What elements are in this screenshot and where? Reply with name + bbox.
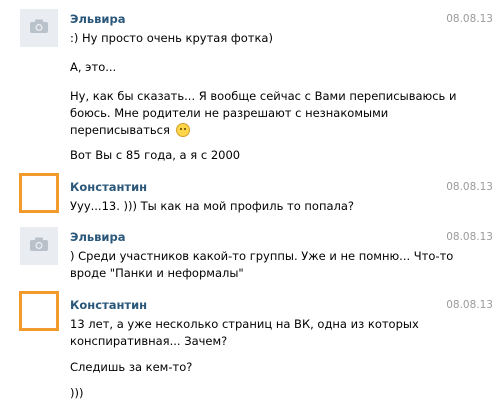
author-name[interactable]: Эльвира	[70, 12, 125, 26]
avatar[interactable]	[19, 173, 59, 213]
message-line: :) Ну просто очень крутая фотка)	[70, 31, 273, 45]
avatar[interactable]	[20, 9, 58, 47]
message-line: боюсь. Мне родители не разрешают с незна…	[70, 106, 389, 120]
crying-emoji-icon	[175, 123, 190, 137]
avatar[interactable]	[19, 291, 59, 331]
message-line: Следишь за кем-то?	[70, 360, 193, 374]
camera-icon	[30, 19, 48, 33]
camera-icon	[30, 237, 48, 251]
message-line-with-emoji: переписываться	[70, 121, 420, 139]
message-line: ) Среди участников какой-то группы. Уже …	[70, 249, 454, 263]
message-line: вроде "Панки и неформалы"	[70, 266, 244, 280]
message-line: Вот Вы с 85 года, а я с 2000	[70, 148, 241, 162]
message-thread: Эльвира 08.08.13 :) Ну просто очень крут…	[0, 0, 503, 406]
message-line: 13 лет, а уже несколько страниц на ВК, о…	[70, 317, 419, 331]
message-line: Ну, как бы сказать... Я вообще сейчас с …	[70, 89, 457, 103]
author-name[interactable]: Эльвира	[70, 230, 125, 244]
author-name[interactable]: Константин	[70, 180, 147, 194]
message-date: 08.08.13	[446, 13, 493, 25]
message-line: конспиративная... Зачем?	[70, 334, 228, 348]
message-date: 08.08.13	[446, 299, 493, 311]
message-date: 08.08.13	[446, 231, 493, 243]
message-line: )))	[70, 386, 84, 400]
author-name[interactable]: Константин	[70, 298, 147, 312]
message-date: 08.08.13	[446, 181, 493, 193]
message-line: Ууу...13. ))) Ты как на мой профиль то п…	[70, 199, 355, 213]
message-line: А, это...	[70, 60, 117, 74]
message-line: переписываться	[70, 123, 170, 137]
avatar[interactable]	[20, 227, 58, 265]
